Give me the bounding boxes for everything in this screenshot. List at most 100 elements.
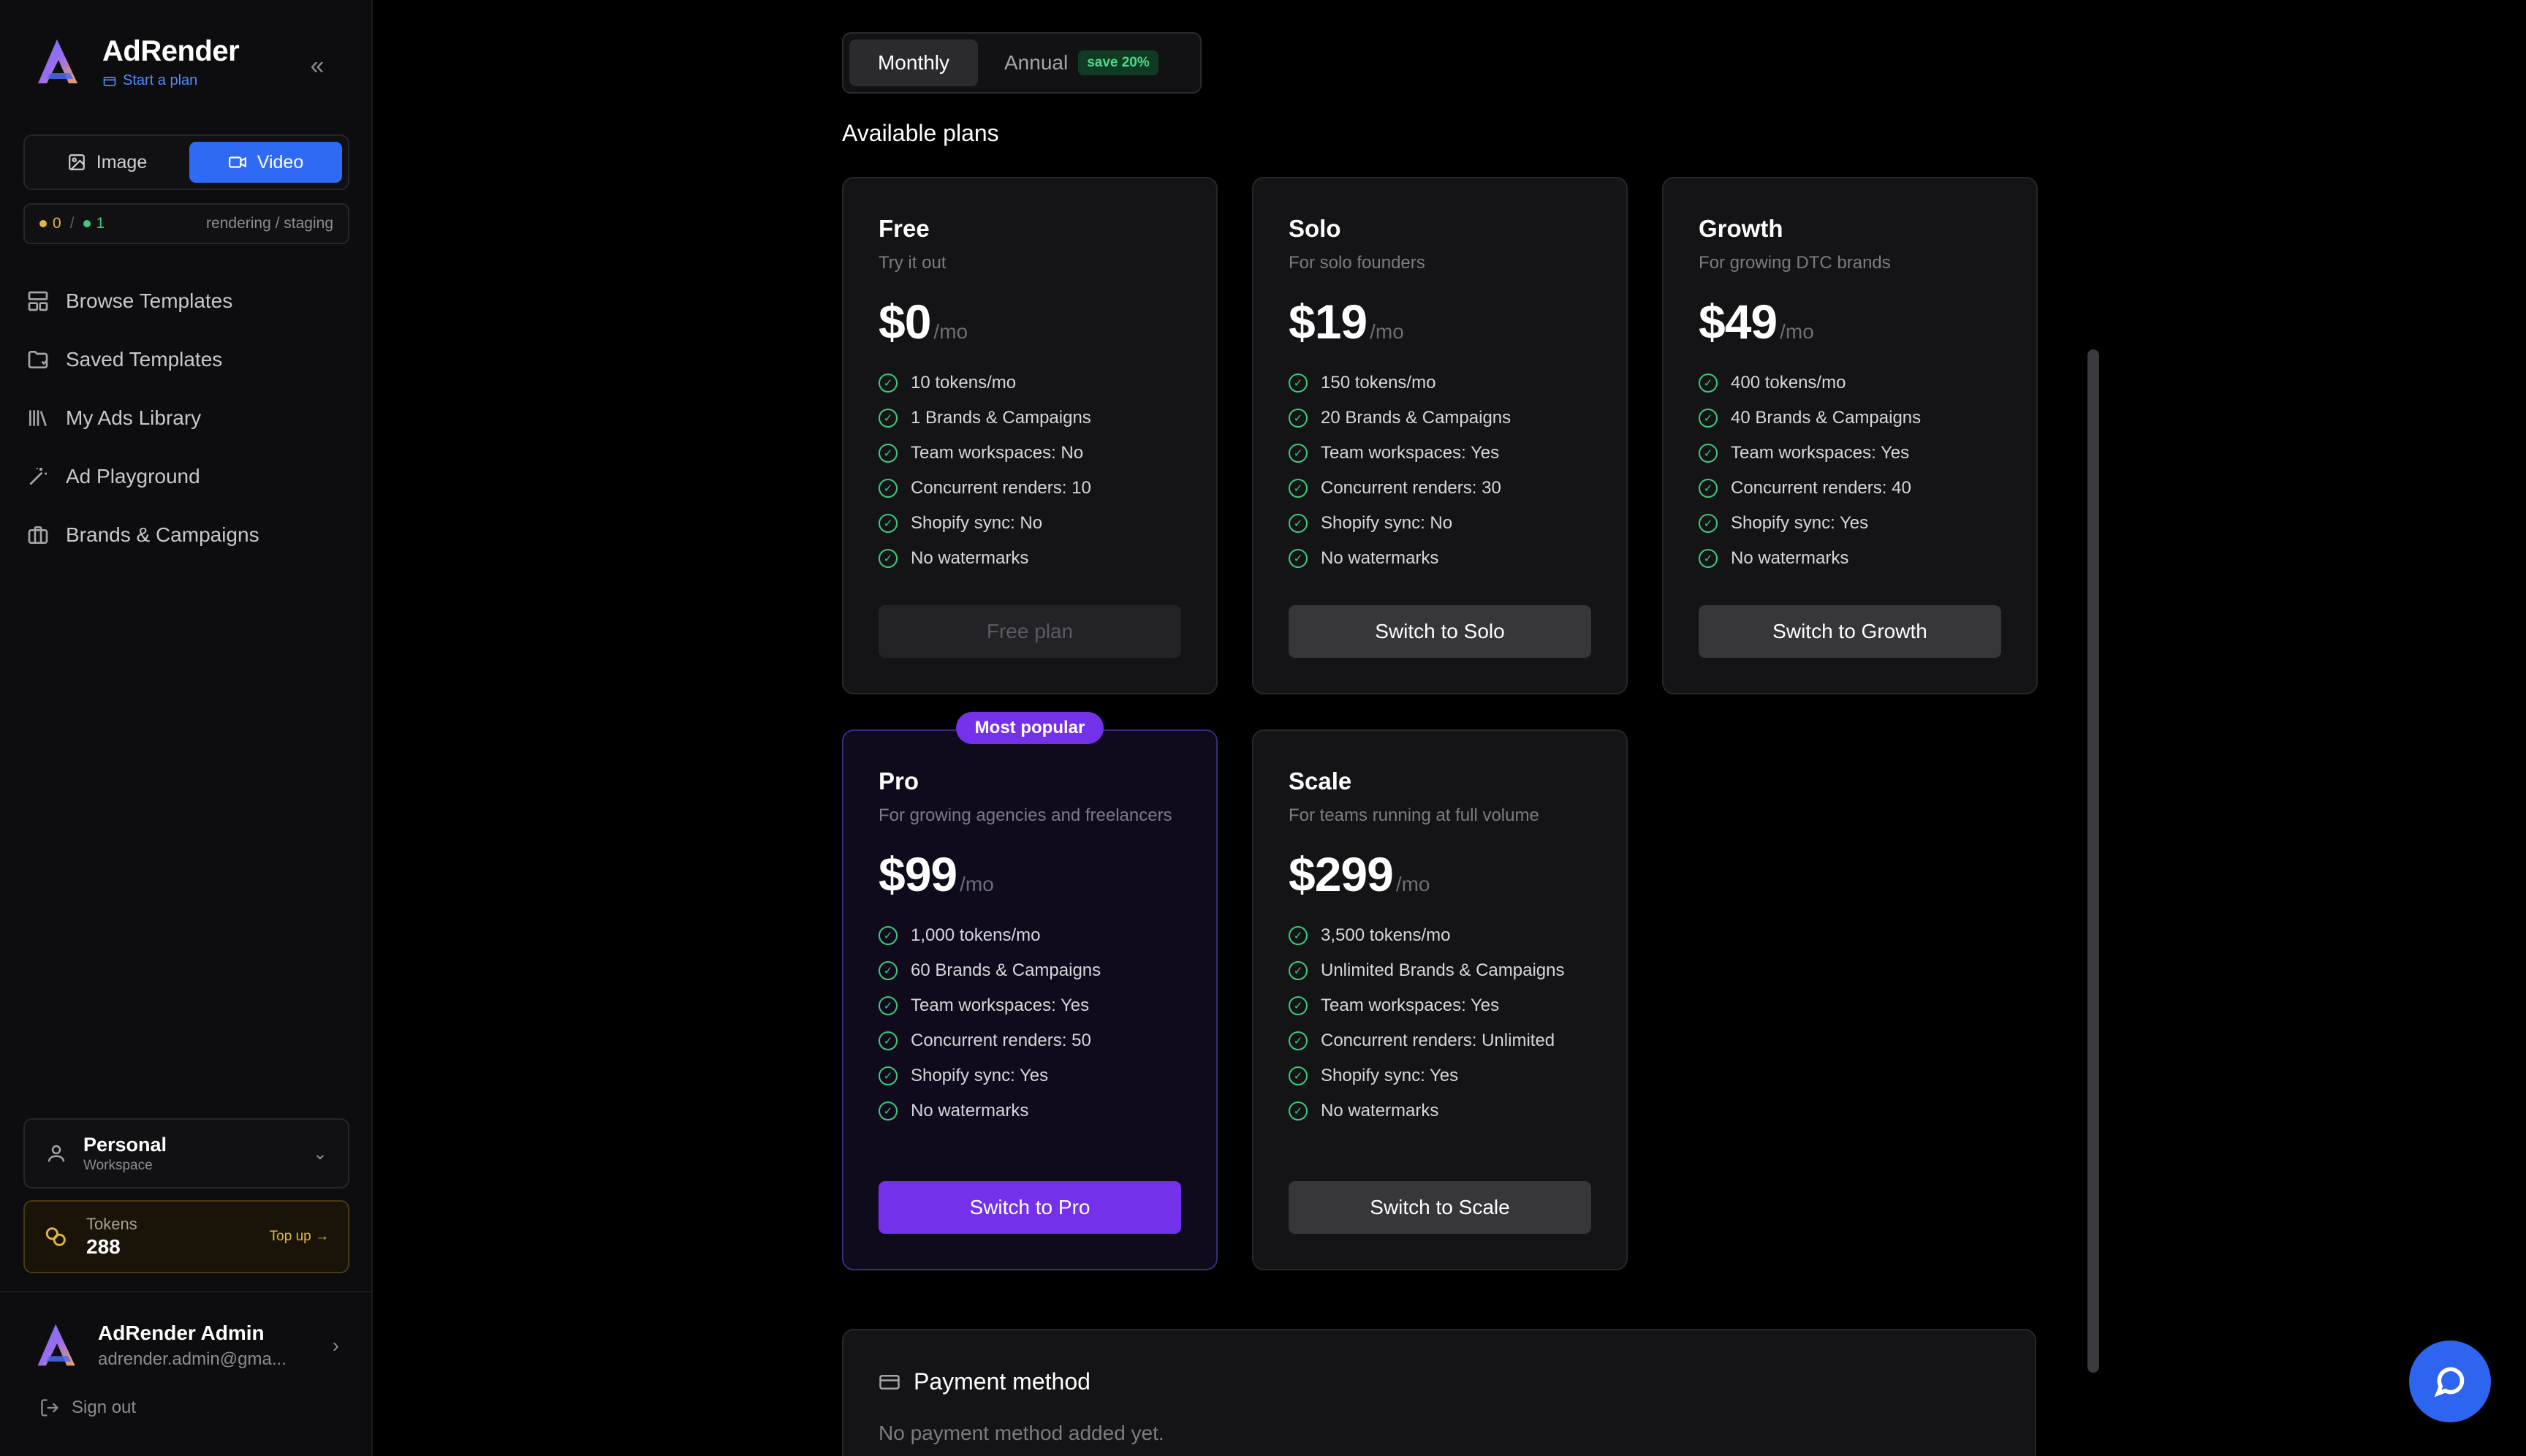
feature-item: ✓ 10 tokens/mo (879, 365, 1181, 401)
image-mode-button[interactable]: Image (31, 142, 183, 183)
switch-to-growth-button[interactable]: Switch to Growth (1699, 605, 2001, 658)
image-icon (68, 154, 85, 170)
check-circle-icon: ✓ (1699, 479, 1718, 498)
feature-item: ✓ No watermarks (1289, 541, 1591, 576)
sidebar-item-my-ads-library[interactable]: My Ads Library (26, 389, 348, 447)
check-circle-icon: ✓ (879, 549, 898, 568)
free-plan-button: Free plan (879, 605, 1181, 658)
feature-item: ✓ Team workspaces: Yes (1289, 436, 1591, 471)
plan-card-pro: Most popular Pro For growing agencies an… (842, 712, 1218, 1270)
chevron-right-icon: › (332, 1334, 339, 1357)
check-circle-icon: ✓ (1289, 961, 1308, 980)
sidebar-divider (0, 1291, 373, 1292)
plan-name: Free (879, 215, 930, 242)
sidebar-item-browse-templates[interactable]: Browse Templates (26, 272, 348, 330)
price-amount: $49 (1699, 295, 1778, 349)
plan-description: Try it out (879, 253, 947, 273)
workspace-selector[interactable]: Personal Workspace ⌄ (23, 1118, 349, 1188)
brand-name: AdRender (102, 35, 240, 67)
video-mode-button[interactable]: Video (189, 142, 342, 183)
check-circle-icon: ✓ (879, 479, 898, 498)
chevrons-left-icon: « (310, 51, 325, 80)
feature-item: ✓ No watermarks (879, 1093, 1181, 1129)
sidebar-nav: Browse Templates Saved Templates My Ads … (26, 272, 348, 564)
token-balance: Tokens 288 Top up → (23, 1200, 349, 1273)
check-circle-icon: ✓ (879, 1066, 898, 1085)
feature-list: ✓ 400 tokens/mo ✓ 40 Brands & Campaigns ✓ T… (1699, 365, 2001, 576)
feature-list: ✓ 1,000 tokens/mo ✓ 60 Brands & Campaigns … (879, 918, 1181, 1129)
price-unit: /mo (1370, 320, 1404, 343)
brand-header[interactable]: AdRender Start a plan (32, 35, 240, 89)
plan-name: Solo (1289, 215, 1341, 242)
credit-card-icon (879, 1374, 900, 1389)
price-unit: /mo (1780, 320, 1814, 343)
most-popular-badge: Most popular (956, 712, 1104, 744)
rendering-count: 0 (39, 215, 61, 232)
sidebar: AdRender Start a plan « Image Video 0 / … (0, 0, 373, 1456)
render-status: 0 / 1 rendering / staging (23, 203, 349, 244)
user-icon (48, 1145, 65, 1162)
start-plan-link[interactable]: Start a plan (102, 72, 239, 89)
feature-item: ✓ Team workspaces: Yes (879, 988, 1181, 1023)
price-amount: $19 (1289, 295, 1368, 349)
log-out-icon (41, 1399, 59, 1417)
feature-item: ✓ 3,500 tokens/mo (1289, 918, 1591, 953)
plan-card-scale: Scale For teams running at full volume $… (1252, 729, 1628, 1270)
feature-list: ✓ 150 tokens/mo ✓ 20 Brands & Campaigns ✓ T… (1289, 365, 1591, 576)
check-circle-icon: ✓ (1289, 996, 1308, 1015)
check-circle-icon: ✓ (879, 409, 898, 428)
status-label: rendering / staging (206, 215, 333, 232)
check-circle-icon: ✓ (1699, 374, 1718, 393)
payment-method-title: Payment method (879, 1368, 2000, 1395)
switch-to-scale-button[interactable]: Switch to Scale (1289, 1181, 1591, 1234)
scrollbar-thumb[interactable] (2087, 349, 2099, 1373)
feature-item: ✓ Concurrent renders: 40 (1699, 471, 2001, 506)
feature-item: ✓ Concurrent renders: 50 (879, 1023, 1181, 1058)
plan-description: For growing DTC brands (1699, 253, 1891, 273)
feature-item: ✓ Shopify sync: Yes (1289, 1058, 1591, 1093)
check-circle-icon: ✓ (879, 444, 898, 463)
feature-item: ✓ Team workspaces: No (879, 436, 1181, 471)
monthly-button[interactable]: Monthly (849, 39, 978, 86)
payment-empty-text: No payment method added yet. (879, 1422, 1164, 1444)
price-unit: /mo (1395, 873, 1430, 895)
check-circle-icon: ✓ (1289, 549, 1308, 568)
sidebar-item-saved-templates[interactable]: Saved Templates (26, 330, 348, 389)
sidebar-item-brands-campaigns[interactable]: Brands & Campaigns (26, 506, 348, 564)
check-circle-icon: ✓ (879, 1102, 898, 1121)
plan-card-free: Free Try it out $0 /mo ✓ 10 tokens/mo ✓ 1 … (842, 177, 1218, 694)
feature-list: ✓ 10 tokens/mo ✓ 1 Brands & Campaigns ✓ Tea… (879, 365, 1181, 576)
feature-list: ✓ 3,500 tokens/mo ✓ Unlimited Brands & Cam… (1289, 918, 1591, 1129)
message-circle-icon (2434, 1367, 2465, 1398)
plan-price: $99 /mo (879, 846, 1181, 902)
sign-out-button[interactable]: Sign out (39, 1398, 136, 1418)
collapse-sidebar-button[interactable]: « (303, 51, 332, 80)
library-icon (29, 410, 47, 427)
feature-item: ✓ Team workspaces: Yes (1289, 988, 1591, 1023)
check-circle-icon: ✓ (1289, 444, 1308, 463)
feature-item: ✓ 20 Brands & Campaigns (1289, 401, 1591, 436)
tokens-label: Tokens (86, 1215, 137, 1233)
check-circle-icon: ✓ (879, 961, 898, 980)
plan-price: $19 /mo (1289, 294, 1591, 349)
top-up-link[interactable]: Top up → (270, 1229, 329, 1245)
plan-name: Scale (1289, 767, 1352, 795)
feature-item: ✓ No watermarks (1289, 1093, 1591, 1129)
price-amount: $99 (879, 847, 957, 901)
annual-button[interactable]: Annual save 20% (984, 50, 1158, 75)
price-unit: /mo (933, 320, 968, 343)
billing-period-toggle: Monthly Annual save 20% (842, 32, 1202, 94)
adrender-logo-icon (38, 39, 77, 83)
check-circle-icon: ✓ (879, 374, 898, 393)
image-mode-label: Image (96, 151, 148, 172)
switch-to-pro-button[interactable]: Switch to Pro (879, 1181, 1181, 1234)
status-separator: / (69, 215, 75, 232)
user-menu[interactable]: AdRender Admin adrender.admin@gma... › (32, 1320, 339, 1371)
layout-icon (28, 291, 48, 311)
switch-to-solo-button[interactable]: Switch to Solo (1289, 605, 1591, 658)
sidebar-item-ad-playground[interactable]: Ad Playground (26, 447, 348, 506)
check-circle-icon: ✓ (1289, 374, 1308, 393)
check-circle-icon: ✓ (1699, 409, 1718, 428)
feature-item: ✓ 400 tokens/mo (1699, 365, 2001, 401)
chat-support-button[interactable] (2409, 1341, 2491, 1422)
